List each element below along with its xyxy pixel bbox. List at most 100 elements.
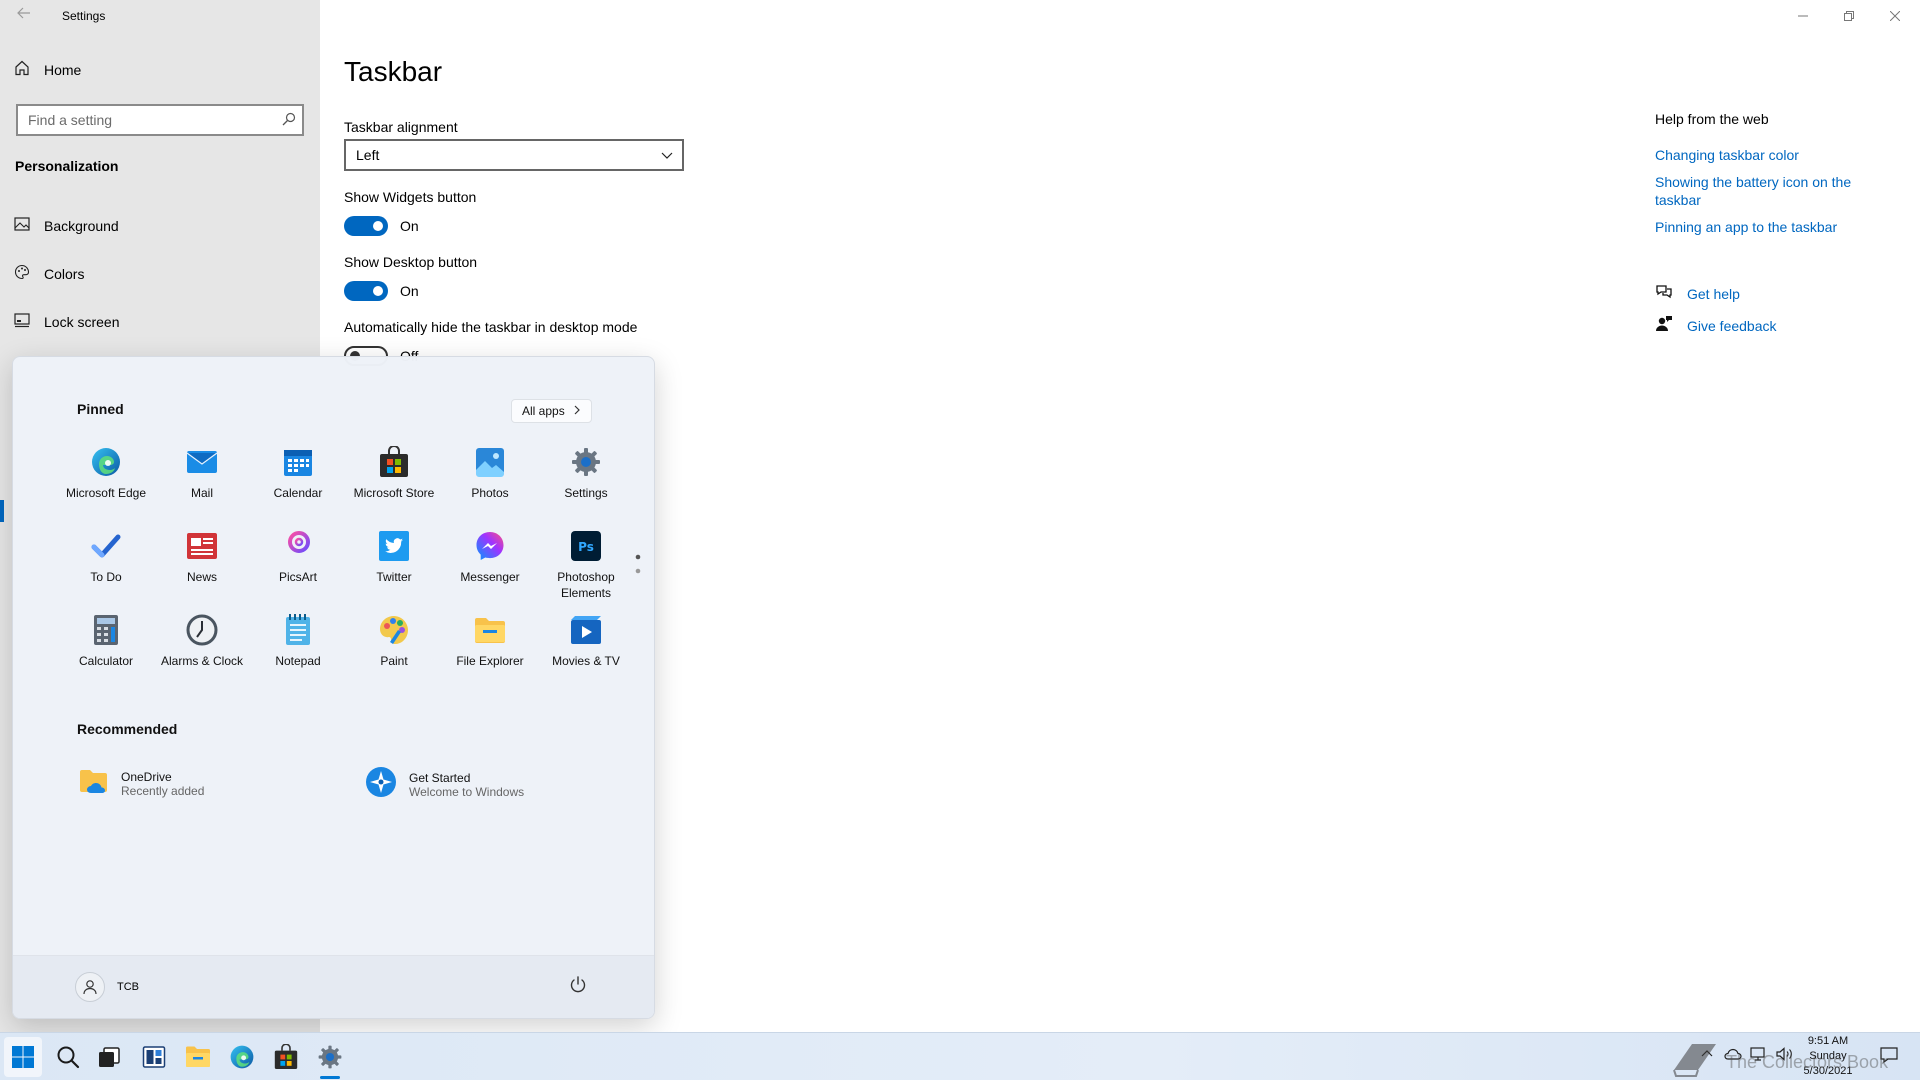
pinned-page-dots[interactable] (634, 553, 642, 580)
store-icon[interactable] (270, 1041, 302, 1073)
pinned-app-picsart[interactable]: PicsArt (250, 529, 346, 585)
help-link-taskbar-color[interactable]: Changing taskbar color (1655, 146, 1875, 164)
get-help-label: Get help (1687, 285, 1740, 302)
all-apps-button[interactable]: All apps (511, 399, 592, 423)
alignment-dropdown[interactable]: Left (344, 139, 684, 171)
pinned-app-alarms-clock[interactable]: Alarms & Clock (154, 613, 250, 669)
calendar-icon (281, 445, 315, 479)
pinned-app-to-do[interactable]: To Do (58, 529, 154, 585)
taskbar-clock[interactable]: 9:51 AM Sunday 5/30/2021 (1790, 1034, 1866, 1079)
minimize-button[interactable] (1780, 0, 1826, 32)
pinned-app-settings[interactable]: Settings (538, 445, 634, 501)
pinned-app-mail[interactable]: Mail (154, 445, 250, 501)
widgets-state: On (400, 218, 419, 234)
pinned-app-microsoft-edge[interactable]: Microsoft Edge (58, 445, 154, 501)
pinned-app-calendar[interactable]: Calendar (250, 445, 346, 501)
pinned-app-movies-tv[interactable]: Movies & TV (538, 613, 634, 669)
start-menu-footer: TCB (13, 955, 654, 1018)
desktop-toggle-row: On (344, 281, 419, 301)
paint-icon (377, 613, 411, 647)
help-link-pinning[interactable]: Pinning an app to the taskbar (1655, 218, 1875, 236)
pinned-app-photoshop-elements[interactable]: Ps Photoshop Elements (538, 529, 634, 601)
widgets-toggle[interactable] (344, 216, 388, 236)
settings-gear-icon[interactable] (314, 1041, 346, 1073)
chevron-down-icon (660, 148, 674, 165)
sidebar-item-label: Background (44, 217, 119, 234)
sidebar-item-colors[interactable]: Colors (14, 264, 84, 283)
app-label: Messenger (460, 570, 520, 584)
search-icon[interactable] (282, 112, 296, 131)
running-indicator (320, 1076, 340, 1079)
recommended-item-get-started[interactable]: Get Started Welcome to Windows (365, 766, 524, 803)
recommended-item-onedrive[interactable]: OneDrive Recently added (79, 766, 204, 801)
recommended-heading: Recommended (77, 721, 178, 737)
user-account-button[interactable]: TCB (75, 972, 139, 1002)
palette-icon (14, 264, 30, 283)
windows-start-icon[interactable] (7, 1041, 39, 1073)
nav-home[interactable]: Home (14, 60, 81, 79)
pinned-app-file-explorer[interactable]: File Explorer (442, 613, 538, 669)
task-view-icon[interactable] (93, 1041, 125, 1073)
pinned-app-messenger[interactable]: Messenger (442, 529, 538, 585)
clock-icon (185, 613, 219, 647)
user-name: TCB (117, 981, 139, 993)
sidebar-item-background[interactable]: Background (14, 216, 119, 235)
get-help-link[interactable]: Get help (1655, 284, 1740, 303)
notepad-icon (281, 613, 315, 647)
back-arrow-icon[interactable] (10, 4, 38, 28)
app-label: Mail (190, 486, 213, 500)
pinned-app-photos[interactable]: Photos (442, 445, 538, 501)
app-label: Alarms & Clock (160, 654, 243, 668)
sidebar-item-label: Lock screen (44, 313, 120, 330)
sidebar-item-lock-screen[interactable]: Lock screen (14, 312, 119, 331)
app-label: Calendar (273, 486, 323, 500)
nav-home-label: Home (44, 61, 82, 78)
help-link-battery-icon[interactable]: Showing the battery icon on the taskbar (1655, 173, 1875, 209)
pinned-app-calculator[interactable]: Calculator (58, 613, 154, 669)
search-box[interactable] (16, 104, 304, 136)
network-icon[interactable] (1750, 1047, 1768, 1061)
restore-button[interactable] (1826, 0, 1872, 32)
pinned-app-microsoft-store[interactable]: Microsoft Store (346, 445, 442, 501)
app-label: Settings (564, 486, 608, 500)
photoshop-icon: Ps (569, 529, 603, 563)
photos-icon (473, 445, 507, 479)
lock-screen-icon (14, 312, 30, 331)
app-title: Settings (62, 9, 106, 23)
power-icon[interactable] (569, 976, 587, 999)
sidebar-item-label: Colors (44, 265, 85, 282)
search-icon[interactable] (52, 1041, 84, 1073)
desktop-toggle[interactable] (344, 281, 388, 301)
app-label: News (186, 570, 217, 584)
pinned-app-paint[interactable]: Paint (346, 613, 442, 669)
pinned-heading: Pinned (77, 401, 124, 417)
widgets-icon[interactable] (138, 1041, 170, 1073)
pinned-app-news[interactable]: News (154, 529, 250, 585)
search-input[interactable] (18, 106, 268, 134)
pinned-app-notepad[interactable]: Notepad (250, 613, 346, 669)
twitter-icon (377, 529, 411, 563)
app-label: Microsoft Store (353, 486, 435, 500)
help-title: Help from the web (1655, 111, 1769, 127)
clock-day: Sunday (1809, 1050, 1847, 1062)
onedrive-folder-icon (79, 766, 109, 801)
notification-icon[interactable] (1880, 1047, 1898, 1063)
recommended-subtitle: Welcome to Windows (409, 784, 525, 799)
feedback-icon (1655, 315, 1673, 336)
tray-chevron-icon[interactable] (1700, 1047, 1714, 1061)
home-icon (14, 60, 30, 79)
give-feedback-link[interactable]: Give feedback (1655, 315, 1777, 336)
settings-gear-icon (569, 445, 603, 479)
onedrive-cloud-icon[interactable] (1724, 1047, 1742, 1061)
app-label: Movies & TV (552, 654, 620, 668)
news-icon (185, 529, 219, 563)
calculator-icon (89, 613, 123, 647)
avatar (75, 972, 105, 1002)
app-label: Twitter (376, 570, 412, 584)
taskbar: 9:51 AM Sunday 5/30/2021 (0, 1032, 1920, 1080)
app-label: File Explorer (456, 654, 524, 668)
close-button[interactable] (1872, 0, 1918, 32)
file-explorer-icon[interactable] (182, 1041, 214, 1073)
edge-icon[interactable] (226, 1041, 258, 1073)
pinned-app-twitter[interactable]: Twitter (346, 529, 442, 585)
